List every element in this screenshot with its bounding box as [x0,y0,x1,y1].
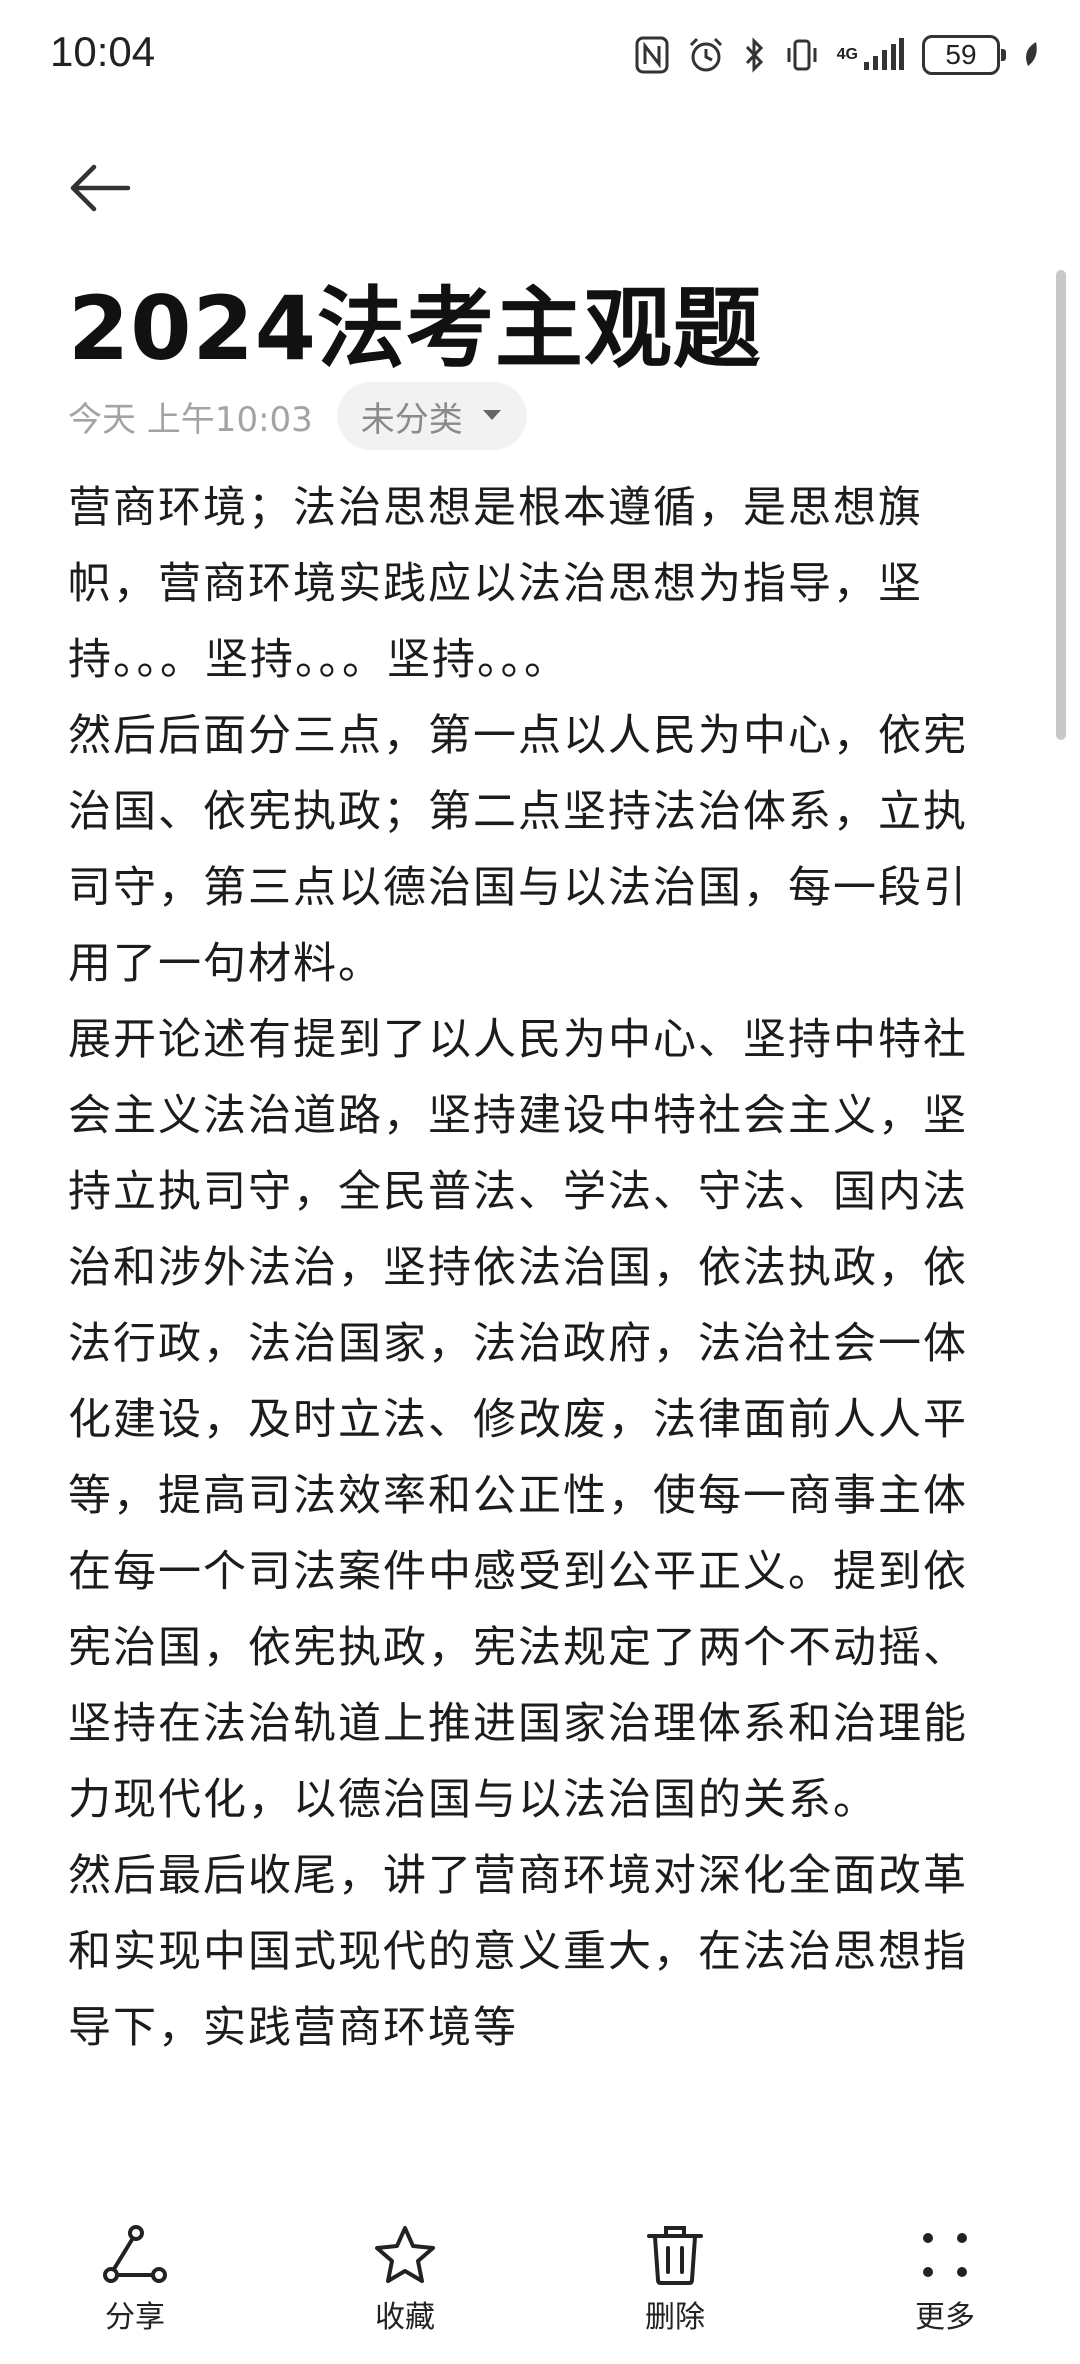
status-bar: 10:04 4G 59 [0,0,1080,110]
category-selector[interactable]: 未分类 [336,382,527,450]
note-meta: 今天 上午10:03 未分类 [68,382,527,450]
note-paragraph: 营商环境；法治思想是根本遵循，是思想旗帜，营商环境实践应以法治思想为指导，坚持。… [68,483,923,685]
status-time: 10:04 [50,28,156,75]
alarm-icon [687,30,725,80]
favorite-label: 收藏 [375,2300,435,2335]
delete-button[interactable]: 删除 [575,2220,775,2336]
note-paragraph: 展开论述有提到了以人民为中心、坚持中特社会主义法治道路，坚持建设中特社会主义，坚… [68,1015,968,1825]
nfc-icon [635,30,669,80]
delete-label: 删除 [645,2300,705,2335]
vibrate-icon [785,30,819,80]
favorite-button[interactable]: 收藏 [305,2220,505,2336]
note-body[interactable]: 营商环境；法治思想是根本遵循，是思想旗帜，营商环境实践应以法治思想为指导，坚持。… [68,470,988,2066]
more-button[interactable]: 更多 [845,2220,1045,2336]
more-dots-icon [910,2220,980,2290]
eco-leaf-icon [1022,30,1040,80]
bottom-toolbar: 分享 收藏 删除 更多 [0,2220,1080,2364]
share-label: 分享 [105,2300,165,2335]
status-icons: 4G 59 [635,30,1040,80]
share-button[interactable]: 分享 [35,2220,235,2336]
back-button[interactable] [60,150,140,230]
chevron-down-icon [481,407,503,426]
trash-icon [640,2220,710,2290]
battery-indicator: 59 [922,35,1006,75]
arrow-left-icon [68,163,132,217]
note-title[interactable]: 2024法考主观题 [68,258,762,385]
bluetooth-icon [743,30,767,80]
category-label: 未分类 [360,399,463,440]
network-type: 4G [836,46,858,63]
note-paragraph: 然后后面分三点，第一点以人民为中心，依宪治国、依宪执政；第二点坚持法治体系，立执… [68,711,968,989]
note-paragraph: 然后最后收尾，讲了营商环境对深化全面改革和实现中国式现代的意义重大，在法治思想指… [68,1851,968,2053]
star-icon [370,2220,440,2290]
more-label: 更多 [915,2300,975,2335]
share-icon [100,2220,170,2290]
signal-icon: 4G [837,30,904,80]
scrollbar[interactable] [1056,270,1066,740]
note-date: 今天 上午10:03 [68,399,313,440]
